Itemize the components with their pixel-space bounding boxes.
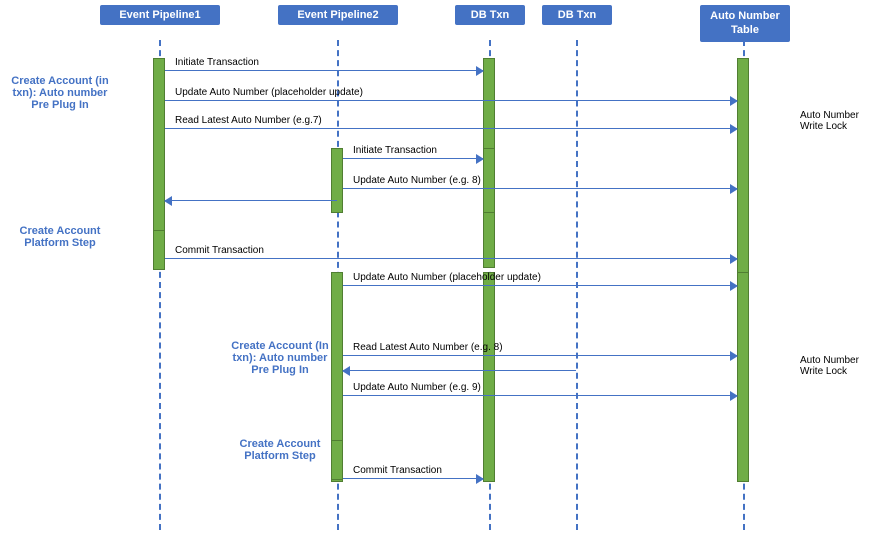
label-initiate-txn-1: Initiate Transaction — [175, 57, 259, 68]
arrow-update-placeholder-2 — [343, 285, 737, 286]
activation-ant-1 — [737, 58, 749, 278]
arrow-commit-txn-1 — [165, 258, 737, 259]
arrow-commit-txn-2 — [343, 478, 483, 479]
label-update-auto-9: Update Auto Number (e.g. 9) — [353, 382, 481, 393]
lane-header-dbtxn1: DB Txn — [455, 5, 525, 25]
arrow-return-ep2 — [343, 370, 576, 371]
activation-ep2-1 — [331, 148, 343, 213]
activation-dbtxn1-3 — [483, 272, 495, 482]
left-label-create-account-platform-1: Create Account Platform Step — [5, 225, 115, 249]
arrow-update-auto-9 — [343, 395, 737, 396]
arrow-update-auto-num-1 — [165, 100, 737, 101]
label-commit-txn-2: Commit Transaction — [353, 465, 442, 476]
left-label-create-account-platform-2: Create Account Platform Step — [225, 438, 335, 462]
activation-dbtxn1-2 — [483, 148, 495, 213]
label-update-placeholder-2: Update Auto Number (placeholder update) — [353, 272, 541, 283]
label-read-latest-1: Read Latest Auto Number (e.g.7) — [175, 115, 322, 126]
right-label-write-lock-1: Auto Number Write Lock — [800, 110, 865, 132]
activation-ant-2 — [737, 272, 749, 482]
lane-header-ep1: Event Pipeline1 — [100, 5, 220, 25]
arrow-initiate-txn-1 — [165, 70, 483, 71]
arrow-initiate-txn-2 — [343, 158, 483, 159]
left-label-create-account-1: Create Account (in txn): Auto number Pre… — [5, 75, 115, 111]
label-update-auto-num-1: Update Auto Number (placeholder update) — [175, 87, 363, 98]
lane-header-ant: Auto NumberTable — [700, 5, 790, 42]
lane-header-dbtxn2: DB Txn — [542, 5, 612, 25]
arrow-update-auto-8 — [343, 188, 737, 189]
arrow-read-latest-1 — [165, 128, 737, 129]
label-commit-txn-1: Commit Transaction — [175, 245, 264, 256]
label-initiate-txn-2: Initiate Transaction — [353, 145, 437, 156]
arrow-return-ep1 — [165, 200, 337, 201]
lane-header-ep2: Event Pipeline2 — [278, 5, 398, 25]
activation-ep1-2 — [153, 230, 165, 270]
left-label-create-account-2: Create Account (In txn): Auto number Pre… — [225, 340, 335, 376]
label-update-auto-8: Update Auto Number (e.g. 8) — [353, 175, 481, 186]
label-read-latest-2: Read Latest Auto Number (e.g. 8) — [353, 342, 503, 353]
right-label-write-lock-2: Auto Number Write Lock — [800, 355, 865, 377]
sequence-diagram: Event Pipeline1 Event Pipeline2 DB Txn D… — [0, 0, 869, 535]
arrow-read-latest-2 — [343, 355, 737, 356]
